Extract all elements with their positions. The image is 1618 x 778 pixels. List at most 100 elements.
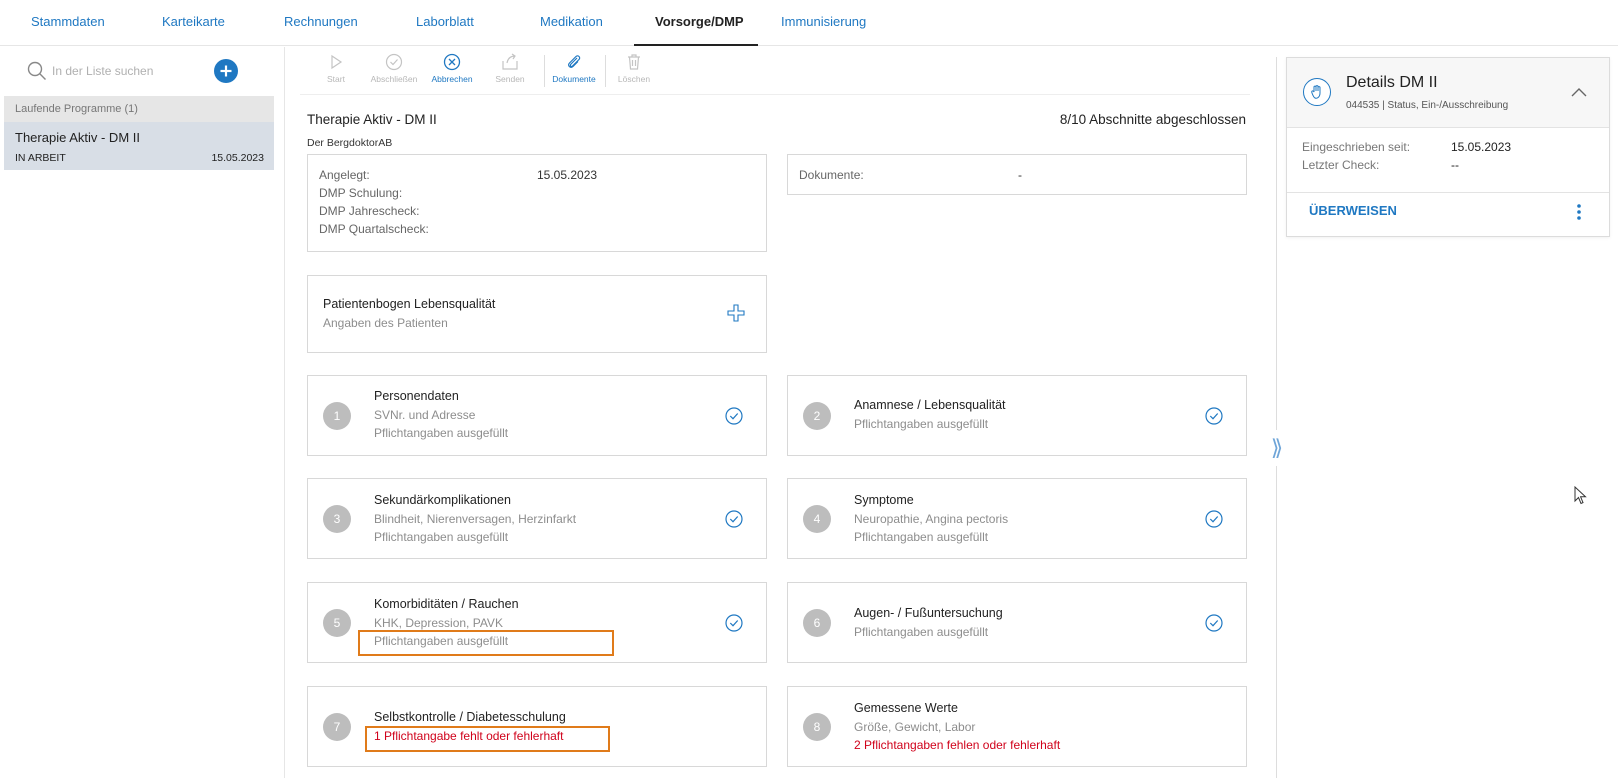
program-date: 15.05.2023 xyxy=(211,152,264,164)
patientenbogen-subtitle: Angaben des Patienten xyxy=(323,316,448,330)
patientenbogen-card[interactable]: Patientenbogen Lebensqualität Angaben de… xyxy=(307,275,767,353)
section-card-anamnese[interactable]: 2 Anamnese / Lebensqualität Pflichtangab… xyxy=(787,375,1247,456)
section-title: Personendaten xyxy=(374,389,459,403)
check-circle-icon xyxy=(725,407,743,425)
section-progress: 8/10 Abschnitte abgeschlossen xyxy=(1059,112,1246,127)
section-error: 2 Pflichtangaben fehlen oder fehlerhaft xyxy=(854,738,1061,752)
section-title: Augen- / Fußuntersuchung xyxy=(854,606,1003,620)
step-number: 2 xyxy=(803,402,831,430)
section-detail: KHK, Depression, PAVK xyxy=(374,616,503,630)
step-number: 8 xyxy=(803,713,831,741)
highlight-box xyxy=(358,630,614,656)
program-title: Therapie Aktiv - DM II xyxy=(15,130,140,145)
toolbar: Start Abschließen Abbrechen Senden Dokum… xyxy=(300,47,1250,95)
details-title: Details DM II xyxy=(1346,74,1438,91)
senden-button[interactable]: Senden xyxy=(482,53,538,93)
start-button[interactable]: Start xyxy=(308,53,364,93)
section-card-gemessene-werte[interactable]: 8 Gemessene Werte Größe, Gewicht, Labor … xyxy=(787,686,1247,767)
tab-rechnungen[interactable]: Rechnungen xyxy=(284,14,358,46)
highlight-box xyxy=(365,726,610,752)
check-circle-icon xyxy=(1205,510,1223,528)
section-title: Symptome xyxy=(854,493,914,507)
add-program-button[interactable] xyxy=(214,59,238,83)
section-title: Gemessene Werte xyxy=(854,701,958,715)
top-navigation: Stammdaten Karteikarte Rechnungen Laborb… xyxy=(0,0,1618,46)
send-icon xyxy=(502,53,518,70)
abschliessen-button[interactable]: Abschließen xyxy=(366,53,422,93)
step-number: 4 xyxy=(803,505,831,533)
step-number: 3 xyxy=(323,505,351,533)
hand-icon xyxy=(1311,85,1321,99)
angelegt-value: 15.05.2023 xyxy=(537,168,598,182)
abbrechen-button[interactable]: Abbrechen xyxy=(424,53,480,93)
chevron-up-icon[interactable] xyxy=(1569,83,1589,103)
tab-stammdaten[interactable]: Stammdaten xyxy=(31,14,105,46)
search-icon xyxy=(27,61,46,80)
documents-value: - xyxy=(1018,168,1022,182)
plus-icon xyxy=(220,65,232,77)
tab-karteikarte[interactable]: Karteikarte xyxy=(162,14,225,46)
section-card-symptome[interactable]: 4 Symptome Neuropathie, Angina pectoris … xyxy=(787,478,1247,559)
tab-immunisierung[interactable]: Immunisierung xyxy=(781,14,866,46)
step-number: 6 xyxy=(803,609,831,637)
abschliessen-label: Abschließen xyxy=(370,74,418,84)
program-info-box: Angelegt: 15.05.2023 DMP Schulung: DMP J… xyxy=(307,154,767,252)
step-number: 7 xyxy=(323,713,351,741)
step-number: 1 xyxy=(323,402,351,430)
check-circle-icon xyxy=(1205,614,1223,632)
program-avatar xyxy=(1303,78,1331,106)
details-separator xyxy=(1287,192,1609,193)
lastcheck-label: Letzter Check: xyxy=(1302,158,1380,172)
collapse-panel-handle[interactable]: ⟫ xyxy=(1270,430,1284,466)
senden-label: Senden xyxy=(495,74,525,84)
section-status: Pflichtangaben ausgefüllt xyxy=(854,530,989,544)
mouse-cursor-icon xyxy=(1574,486,1587,505)
toolbar-separator xyxy=(544,55,545,87)
section-title: Sekundärkomplikationen xyxy=(374,493,511,507)
section-card-augen-fuss[interactable]: 6 Augen- / Fußuntersuchung Pflichtangabe… xyxy=(787,582,1247,663)
dokumente-button[interactable]: Dokumente xyxy=(546,53,602,93)
section-status: Pflichtangaben ausgefüllt xyxy=(854,417,989,431)
tab-laborblatt[interactable]: Laborblatt xyxy=(416,14,474,46)
ueberweisen-button[interactable]: ÜBERWEISEN xyxy=(1309,203,1397,218)
check-circle-icon xyxy=(725,510,743,528)
details-subtitle: 044535 | Status, Ein-/Ausschreibung xyxy=(1346,100,1509,111)
check-circle-icon xyxy=(725,614,743,632)
details-panel: Details DM II 044535 | Status, Ein-/Auss… xyxy=(1286,57,1610,237)
abbrechen-label: Abbrechen xyxy=(431,74,473,84)
active-tab-indicator xyxy=(634,44,758,46)
patientenbogen-title: Patientenbogen Lebensqualität xyxy=(323,297,496,311)
tab-medikation[interactable]: Medikation xyxy=(540,14,603,46)
section-card-sekundaerkomplikationen[interactable]: 3 Sekundärkomplikationen Blindheit, Nier… xyxy=(307,478,767,559)
loeschen-label: Löschen xyxy=(617,74,651,84)
loeschen-button[interactable]: Löschen xyxy=(606,53,662,93)
tab-vorsorge-dmp[interactable]: Vorsorge/DMP xyxy=(655,14,744,46)
step-number: 5 xyxy=(323,609,351,637)
documents-box: Dokumente: - xyxy=(787,154,1247,195)
list-item-program[interactable]: Therapie Aktiv - DM II IN ARBEIT 15.05.2… xyxy=(4,122,274,170)
section-card-personendaten[interactable]: 1 Personendaten SVNr. und Adresse Pflich… xyxy=(307,375,767,456)
more-vertical-icon[interactable] xyxy=(1573,202,1585,222)
section-detail: SVNr. und Adresse xyxy=(374,408,476,422)
program-status: IN ARBEIT xyxy=(15,152,66,164)
details-header: Details DM II 044535 | Status, Ein-/Auss… xyxy=(1287,58,1609,128)
angelegt-label: Angelegt: xyxy=(319,168,370,182)
program-list-panel: Laufende Programme (1) Therapie Aktiv - … xyxy=(0,47,285,778)
group-header: Laufende Programme (1) xyxy=(4,96,274,122)
jahrescheck-label: DMP Jahrescheck: xyxy=(319,204,420,218)
add-plus-icon[interactable] xyxy=(726,303,746,323)
enrolled-label: Eingeschrieben seit: xyxy=(1302,140,1411,154)
enrolled-value: 15.05.2023 xyxy=(1451,140,1512,154)
section-detail: Blindheit, Nierenversagen, Herzinfarkt xyxy=(374,512,577,526)
documents-label: Dokumente: xyxy=(799,168,864,182)
section-detail: Neuropathie, Angina pectoris xyxy=(854,512,1009,526)
paperclip-icon xyxy=(568,55,581,68)
quartalscheck-label: DMP Quartalscheck: xyxy=(319,222,429,236)
section-status: Pflichtangaben ausgefüllt xyxy=(374,426,509,440)
section-status: Pflichtangaben ausgefüllt xyxy=(854,625,989,639)
check-circle-icon xyxy=(1205,407,1223,425)
search-input[interactable] xyxy=(52,60,202,82)
panel-divider xyxy=(1276,57,1277,778)
trash-icon xyxy=(628,54,640,70)
section-status: Pflichtangaben ausgefüllt xyxy=(374,530,509,544)
